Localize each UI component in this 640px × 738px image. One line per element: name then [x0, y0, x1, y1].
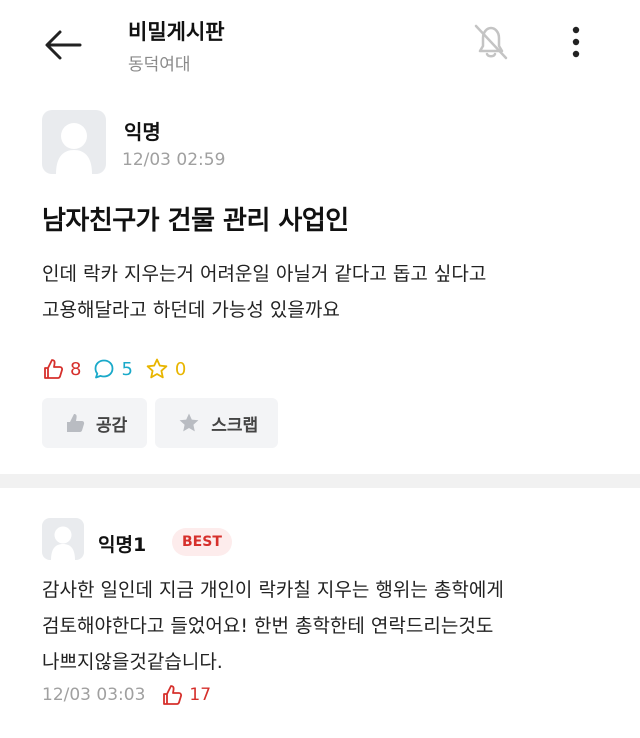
bell-off-icon	[474, 24, 508, 60]
post-timestamp: 12/03 02:59	[122, 150, 226, 170]
thumbs-up-icon	[67, 414, 85, 432]
scrap-count: 0	[145, 357, 186, 381]
back-button[interactable]	[40, 22, 86, 68]
comment-count: 5	[93, 358, 133, 380]
board-title: 비밀게시판	[128, 20, 225, 44]
speech-bubble-icon	[95, 359, 114, 379]
scrap-count-value: 0	[174, 358, 187, 380]
post-body-line: 고용해달라고 하던데 가능성 있을까요	[42, 299, 340, 321]
like-button-label: 공감	[96, 415, 128, 436]
post-title: 남자친구가 건물 관리 사업인	[42, 206, 349, 236]
comment-like-count-value: 17	[189, 685, 212, 705]
comment-body-line: 나쁘지않을것같습니다.	[42, 651, 223, 673]
comment-meta: 12/03 03:03 17	[42, 684, 211, 706]
default-avatar-icon	[51, 526, 75, 560]
default-avatar-icon	[56, 123, 92, 174]
author-avatar	[42, 110, 106, 174]
app-header: 비밀게시판 동덕여대	[0, 0, 640, 86]
thumbs-up-icon	[163, 685, 183, 705]
comment-like-count[interactable]: 17	[161, 684, 211, 706]
like-count-value: 8	[70, 358, 82, 380]
more-vertical-icon	[572, 26, 580, 58]
comment-count-value: 5	[121, 358, 133, 380]
like-count: 8	[42, 358, 81, 380]
scrap-button-label: 스크랩	[211, 415, 259, 436]
comment-body-line: 검토해야한다고 들었어요! 한번 총학한테 연락드리는것도	[42, 615, 494, 637]
post-body: 인데 락카 지우는거 어려운일 아닐거 같다고 돕고 싶다고 고용해달라고 하던…	[42, 256, 612, 328]
comment-author-avatar	[42, 518, 84, 560]
best-badge: BEST	[172, 528, 232, 556]
more-options-button[interactable]	[562, 22, 590, 62]
comment-timestamp: 12/03 03:03	[42, 685, 146, 705]
thumbs-up-icon	[44, 359, 64, 379]
post-body-line: 인데 락카 지우는거 어려운일 아닐거 같다고 돕고 싶다고	[42, 263, 487, 285]
comment-body-line: 감사한 일인데 지금 개인이 락카칠 지우는 행위는 총학에게	[42, 579, 504, 601]
post-actions: 공감 스크랩	[42, 398, 286, 448]
notification-toggle-button[interactable]	[468, 18, 514, 64]
post-stats: 8 5 0	[42, 354, 198, 384]
post-author: 익명	[124, 120, 161, 144]
star-icon	[179, 413, 199, 432]
section-divider	[0, 474, 640, 488]
scrap-button[interactable]: 스크랩	[155, 398, 279, 448]
star-icon	[146, 358, 168, 379]
board-subtitle: 동덕여대	[128, 55, 191, 75]
comment-body: 감사한 일인데 지금 개인이 락카칠 지우는 행위는 총학에게 검토해야한다고 …	[42, 572, 622, 680]
arrow-left-icon	[45, 30, 82, 60]
comment-author: 익명1	[98, 534, 147, 556]
like-button[interactable]: 공감	[42, 398, 148, 448]
